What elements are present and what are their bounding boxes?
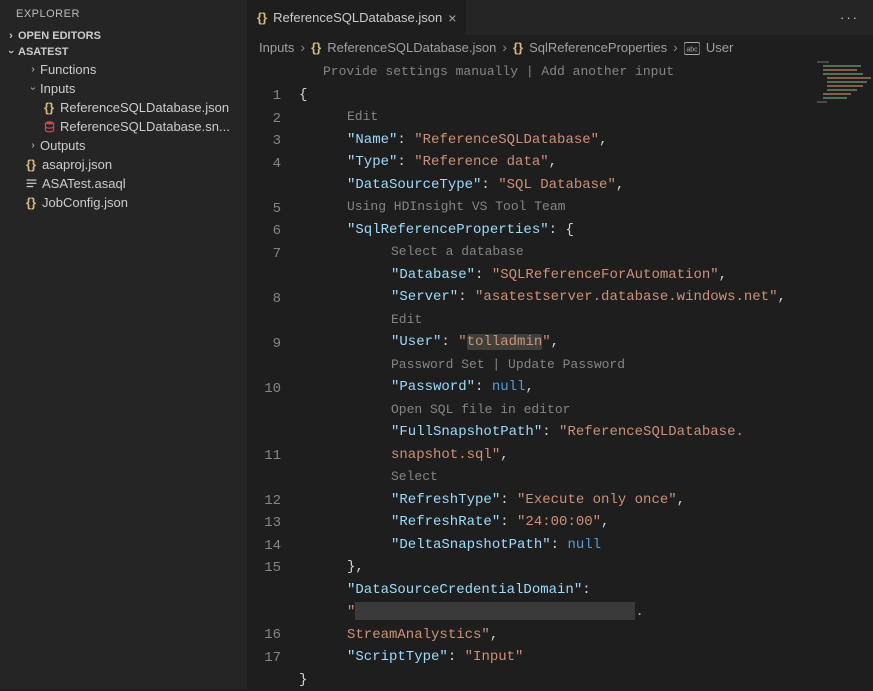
explorer-title: EXPLORER xyxy=(0,0,247,28)
file-icon xyxy=(22,177,40,190)
codelens-hint[interactable]: Open SQL file in editor xyxy=(299,399,873,422)
json-icon: {} xyxy=(40,100,58,115)
breadcrumb-item[interactable]: User xyxy=(706,40,733,55)
tree-folder-outputs[interactable]: › Outputs xyxy=(4,136,247,155)
chevron-right-icon xyxy=(502,39,507,55)
breadcrumb-item[interactable]: ReferenceSQLDatabase.json xyxy=(327,40,496,55)
database-icon xyxy=(40,120,58,133)
code-editor[interactable]: 1 2 3 4 5 6 7 8 9 10 11 12 13 14 15 16 1… xyxy=(247,59,873,691)
json-icon: {} xyxy=(22,157,40,172)
braces-icon: {} xyxy=(513,40,523,55)
svg-text:abc: abc xyxy=(686,46,698,53)
tab-bar: {} ReferenceSQLDatabase.json × ··· xyxy=(247,0,873,35)
codelens-hint[interactable]: Edit xyxy=(299,106,873,129)
minimap[interactable] xyxy=(817,61,869,103)
codelens-hint[interactable]: Provide settings manually | Add another … xyxy=(299,61,873,84)
chevron-down-icon: › xyxy=(5,45,17,59)
tree-file-asatest[interactable]: ASATest.asaql xyxy=(4,174,247,193)
breadcrumb-item[interactable]: SqlReferenceProperties xyxy=(529,40,667,55)
tree-file-reference-sn[interactable]: ReferenceSQLDatabase.sn... xyxy=(4,117,247,136)
codelens-hint[interactable]: Select xyxy=(299,466,873,489)
chevron-right-icon xyxy=(300,39,305,55)
close-icon[interactable]: × xyxy=(448,10,456,26)
json-icon: {} xyxy=(257,10,267,25)
chevron-down-icon: › xyxy=(28,82,39,96)
codelens-hint[interactable]: Select a database xyxy=(299,241,873,264)
code-content[interactable]: Provide settings manually | Add another … xyxy=(299,59,873,691)
editor-pane: {} ReferenceSQLDatabase.json × ··· Input… xyxy=(247,0,873,689)
more-actions-icon[interactable]: ··· xyxy=(826,10,873,25)
chevron-right-icon: › xyxy=(4,30,18,42)
codelens-hint[interactable]: Using HDInsight VS Tool Team xyxy=(299,196,873,219)
tree-file-asaproj[interactable]: {} asaproj.json xyxy=(4,155,247,174)
breadcrumb-item[interactable]: Inputs xyxy=(259,40,294,55)
tree-folder-functions[interactable]: › Functions xyxy=(4,60,247,79)
json-icon: {} xyxy=(22,195,40,210)
file-tree: › Functions › Inputs {} ReferenceSQLData… xyxy=(0,60,247,212)
chevron-right-icon xyxy=(673,39,678,55)
tree-file-reference-json[interactable]: {} ReferenceSQLDatabase.json xyxy=(4,98,247,117)
line-gutter: 1 2 3 4 5 6 7 8 9 10 11 12 13 14 15 16 1… xyxy=(247,59,299,691)
open-editors-section[interactable]: › OPEN EDITORS xyxy=(0,28,247,44)
codelens-hint[interactable]: Password Set | Update Password xyxy=(299,354,873,377)
codelens-hint[interactable]: Edit xyxy=(299,309,873,332)
string-icon: abc xyxy=(684,39,700,54)
tree-folder-inputs[interactable]: › Inputs xyxy=(4,79,247,98)
breadcrumb[interactable]: Inputs {} ReferenceSQLDatabase.json {} S… xyxy=(247,35,873,59)
explorer-sidebar: EXPLORER › OPEN EDITORS › ASATEST › Func… xyxy=(0,0,247,689)
project-section[interactable]: › ASATEST xyxy=(0,44,247,60)
chevron-right-icon: › xyxy=(26,64,40,75)
json-icon: {} xyxy=(311,40,321,55)
editor-tab-active[interactable]: {} ReferenceSQLDatabase.json × xyxy=(247,0,467,35)
redacted-value xyxy=(355,602,635,620)
tree-file-jobconfig[interactable]: {} JobConfig.json xyxy=(4,193,247,212)
chevron-right-icon: › xyxy=(26,140,40,151)
